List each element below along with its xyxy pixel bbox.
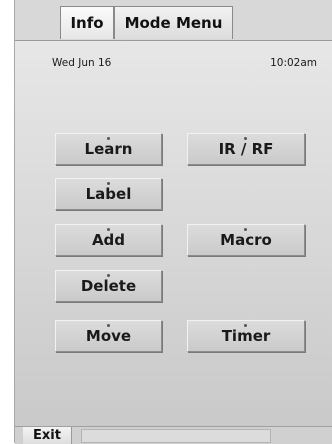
exit-button[interactable]: Exit <box>23 427 72 444</box>
timer-button-label: Timer <box>221 327 271 345</box>
tab-mode-menu[interactable]: Mode Menu <box>114 6 233 39</box>
indicator-dot <box>106 182 110 185</box>
bottom-bar: Exit <box>15 426 332 444</box>
macro-button-label: Macro <box>220 231 272 249</box>
move-button[interactable]: Move <box>55 320 162 352</box>
status-field <box>81 429 271 443</box>
tab-info[interactable]: Info <box>60 6 114 39</box>
add-button-label: Add <box>91 231 126 249</box>
indicator-dot <box>106 137 110 140</box>
indicator-dot <box>244 324 247 327</box>
delete-button-label: Delete <box>80 277 137 295</box>
ir-rf-button[interactable]: IR / RF <box>187 133 305 165</box>
remote-screen: Info Mode Menu Wed Jun 16 10:02am Learn … <box>14 0 332 444</box>
tab-bar: Info Mode Menu <box>15 0 332 41</box>
indicator-dot <box>106 228 110 231</box>
macro-button[interactable]: Macro <box>187 224 305 256</box>
label-button-label: Label <box>85 185 132 203</box>
learn-button[interactable]: Learn <box>55 133 162 165</box>
indicator-dot <box>244 137 247 140</box>
timer-button[interactable]: Timer <box>187 320 305 352</box>
date-label: Wed Jun 16 <box>52 57 112 69</box>
ir-rf-button-label: IR / RF <box>218 140 274 158</box>
time-label: 10:02am <box>270 57 317 69</box>
indicator-dot <box>106 274 110 277</box>
move-button-label: Move <box>85 327 132 345</box>
learn-button-label: Learn <box>84 140 133 158</box>
delete-button[interactable]: Delete <box>55 270 162 302</box>
indicator-dot <box>244 228 247 231</box>
add-button[interactable]: Add <box>55 224 162 256</box>
label-button[interactable]: Label <box>55 178 162 210</box>
indicator-dot <box>106 324 110 327</box>
